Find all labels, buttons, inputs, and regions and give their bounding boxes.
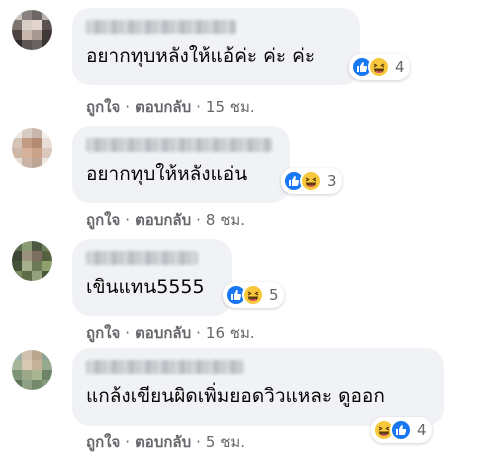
comment-text: เขินแทน5555 — [86, 276, 205, 298]
comment-text: แกล้งเขียนผิดเพิ่มยอดวิวแหละ ดูออก — [86, 385, 385, 407]
separator-dot: · — [196, 433, 201, 451]
like-icon — [390, 419, 412, 441]
reply-link[interactable]: ตอบกลับ — [135, 433, 191, 451]
reaction-count: 4 — [417, 421, 427, 439]
separator-dot: · — [196, 211, 201, 229]
like-link[interactable]: ถูกใจ — [86, 211, 120, 229]
reaction-summary[interactable]: 4 — [349, 54, 410, 80]
avatar[interactable] — [12, 350, 52, 390]
avatar[interactable] — [12, 128, 52, 168]
blurred-author-name — [86, 20, 236, 34]
reaction-count: 4 — [395, 58, 405, 76]
blurred-author-name — [86, 251, 198, 265]
avatar[interactable] — [12, 241, 52, 281]
comment-bubble: อยากทุบให้หลังแอ่น — [72, 126, 290, 203]
reply-link[interactable]: ตอบกลับ — [135, 211, 191, 229]
reaction-summary[interactable]: 3 — [281, 168, 342, 194]
comment-actions: ถูกใจ · ตอบกลับ · 8 ชม. — [86, 208, 245, 232]
comment-actions: ถูกใจ · ตอบกลับ · 16 ชม. — [86, 321, 255, 345]
blurred-author-name — [86, 360, 244, 374]
like-link[interactable]: ถูกใจ — [86, 433, 120, 451]
timestamp[interactable]: 16 ชม. — [206, 324, 255, 342]
comment-text: อยากทุบหลังให้แอ้ค่ะ ค่ะ ค่ะ — [86, 45, 316, 67]
haha-icon — [242, 284, 264, 306]
reply-link[interactable]: ตอบกลับ — [135, 324, 191, 342]
avatar[interactable] — [12, 10, 52, 50]
separator-dot: · — [196, 324, 201, 342]
separator-dot: · — [125, 324, 131, 342]
like-link[interactable]: ถูกใจ — [86, 324, 120, 342]
reaction-summary[interactable]: 4 — [371, 417, 432, 443]
haha-icon — [300, 170, 322, 192]
timestamp[interactable]: 15 ชม. — [206, 98, 255, 116]
separator-dot: · — [125, 211, 131, 229]
reaction-count: 3 — [327, 172, 337, 190]
comment-bubble: เขินแทน5555 — [72, 239, 232, 316]
comment-actions: ถูกใจ · ตอบกลับ · 15 ชม. — [86, 95, 255, 119]
comment-bubble: แกล้งเขียนผิดเพิ่มยอดวิวแหละ ดูออก — [72, 348, 444, 426]
separator-dot: · — [125, 433, 131, 451]
separator-dot: · — [196, 98, 201, 116]
timestamp[interactable]: 5 ชม. — [206, 433, 245, 451]
blurred-author-name — [86, 138, 272, 152]
haha-icon — [368, 56, 390, 78]
comment-text: อยากทุบให้หลังแอ่น — [86, 163, 248, 185]
like-link[interactable]: ถูกใจ — [86, 98, 120, 116]
comment-actions: ถูกใจ · ตอบกลับ · 5 ชม. — [86, 430, 245, 454]
timestamp[interactable]: 8 ชม. — [206, 211, 245, 229]
reply-link[interactable]: ตอบกลับ — [135, 98, 191, 116]
comment-bubble: อยากทุบหลังให้แอ้ค่ะ ค่ะ ค่ะ — [72, 8, 360, 85]
reaction-count: 5 — [269, 286, 279, 304]
separator-dot: · — [125, 98, 131, 116]
reaction-summary[interactable]: 5 — [223, 282, 284, 308]
